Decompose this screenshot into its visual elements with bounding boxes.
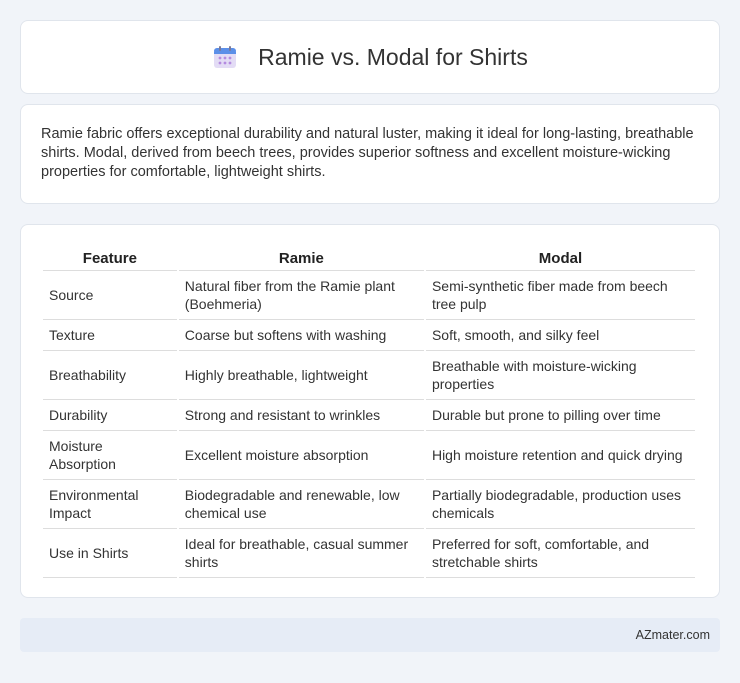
table-header-row: Feature Ramie Modal: [43, 243, 695, 271]
header-feature: Feature: [43, 243, 177, 271]
calendar-icon: [212, 44, 238, 70]
modal-cell: High moisture retention and quick drying: [425, 431, 695, 480]
feature-cell: Environmental Impact: [43, 480, 177, 529]
table-row: Source Natural fiber from the Ramie plan…: [43, 271, 695, 320]
ramie-cell: Strong and resistant to wrinkles: [178, 400, 424, 431]
ramie-cell: Ideal for breathable, casual summer shir…: [178, 529, 424, 578]
modal-cell: Partially biodegradable, production uses…: [425, 480, 695, 529]
comparison-card: Feature Ramie Modal Source Natural fiber…: [20, 224, 720, 598]
ramie-cell: Coarse but softens with washing: [178, 320, 424, 351]
intro-text: Ramie fabric offers exceptional durabili…: [41, 126, 694, 180]
modal-cell: Durable but prone to pilling over time: [425, 400, 695, 431]
feature-cell: Breathability: [43, 351, 177, 400]
feature-cell: Texture: [43, 320, 177, 351]
table-row: Breathability Highly breathable, lightwe…: [43, 351, 695, 400]
modal-cell: Preferred for soft, comfortable, and str…: [425, 529, 695, 578]
table-row: Environmental Impact Biodegradable and r…: [43, 480, 695, 529]
intro-card: Ramie fabric offers exceptional durabili…: [20, 104, 720, 204]
modal-cell: Breathable with moisture-wicking propert…: [425, 351, 695, 400]
page-title: Ramie vs. Modal for Shirts: [258, 43, 528, 70]
footer-bar: AZmater.com: [20, 618, 720, 652]
table-row: Use in Shirts Ideal for breathable, casu…: [43, 529, 695, 578]
modal-cell: Semi-synthetic fiber made from beech tre…: [425, 271, 695, 320]
modal-cell: Soft, smooth, and silky feel: [425, 320, 695, 351]
title-wrap: Ramie vs. Modal for Shirts: [212, 44, 528, 71]
title-card: Ramie vs. Modal for Shirts: [20, 20, 720, 94]
feature-cell: Durability: [43, 400, 177, 431]
header-ramie: Ramie: [178, 243, 424, 271]
feature-cell: Moisture Absorption: [43, 431, 177, 480]
header-modal: Modal: [425, 243, 695, 271]
table-row: Texture Coarse but softens with washing …: [43, 320, 695, 351]
ramie-cell: Highly breathable, lightweight: [178, 351, 424, 400]
comparison-table: Feature Ramie Modal Source Natural fiber…: [41, 243, 697, 578]
footer-brand[interactable]: AZmater.com: [636, 628, 710, 642]
ramie-cell: Excellent moisture absorption: [178, 431, 424, 480]
ramie-cell: Natural fiber from the Ramie plant (Boeh…: [178, 271, 424, 320]
table-row: Moisture Absorption Excellent moisture a…: [43, 431, 695, 480]
ramie-cell: Biodegradable and renewable, low chemica…: [178, 480, 424, 529]
feature-cell: Use in Shirts: [43, 529, 177, 578]
feature-cell: Source: [43, 271, 177, 320]
table-row: Durability Strong and resistant to wrink…: [43, 400, 695, 431]
